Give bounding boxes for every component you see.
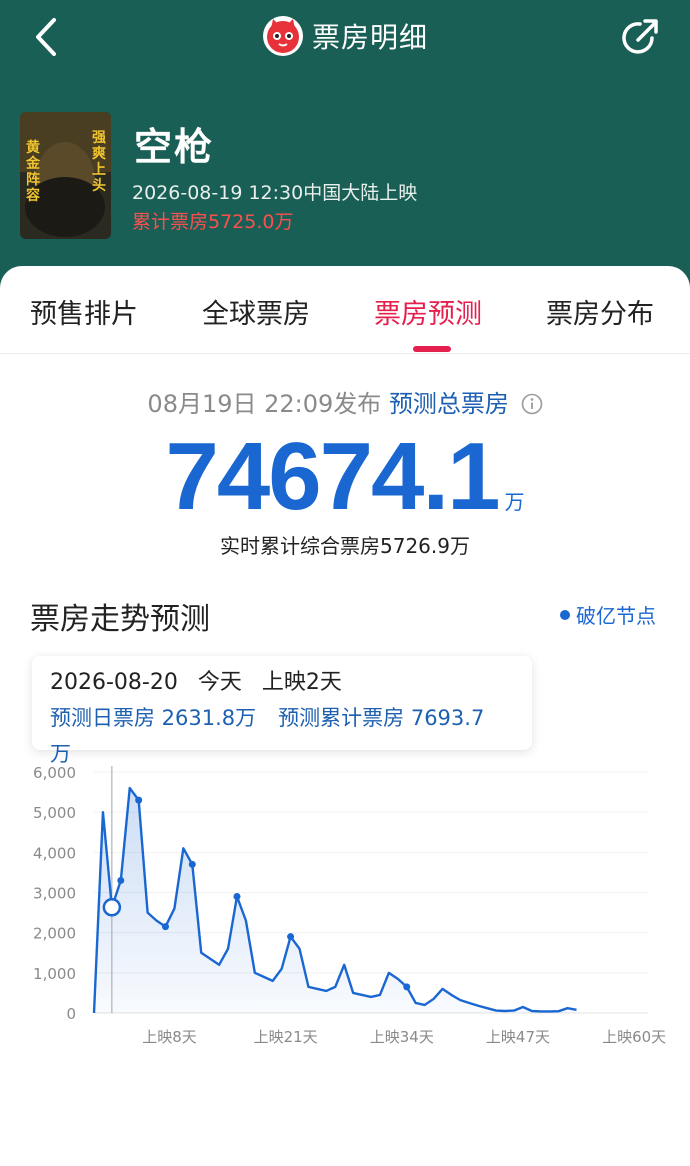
x-tick-label: 上映21天 <box>254 1028 318 1046</box>
y-tick-label: 2,000 <box>33 925 76 943</box>
milestone-marker <box>135 796 143 804</box>
movie-poster[interactable]: 黄 金 阵 容 强 爽 上 头 <box>20 112 111 239</box>
poster-text-2: 金 <box>25 155 41 172</box>
nav-title-group: 票房明细 <box>0 12 690 60</box>
nav-bar: 票房明细 <box>0 0 690 76</box>
milestone-dot-icon <box>560 609 570 620</box>
forecast-total-unit: 万 <box>504 490 525 514</box>
tab-bar: 预售排片 全球票房 票房预测 票房分布 <box>0 266 690 354</box>
movie-title: 空枪 <box>134 125 215 169</box>
header: 票房明细 黄 金 阵 容 强 爽 上 头 空枪 2026-08-19 12:30… <box>0 0 690 300</box>
tooltip-date: 2026-08-20 <box>50 670 178 695</box>
y-tick-label: 6,000 <box>33 764 76 782</box>
chart-tooltip: 2026-08-20 今天 上映2天 预测日票房 2631.8万 预测累计票房 769… <box>32 656 532 766</box>
publish-line: 08月19日 22:09发布 预测总票房 <box>0 384 690 419</box>
forecast-total: 74674.1 万 <box>0 422 690 532</box>
poster-text-4: 容 <box>25 187 40 204</box>
maoyan-logo-icon <box>262 16 303 56</box>
share-icon[interactable] <box>618 16 662 60</box>
release-info: 2026-08-19 12:30中国大陆上映 <box>132 182 418 204</box>
cumulative-box-office: 累计票房5725.0万 <box>132 211 294 233</box>
tab-global[interactable]: 全球票房 <box>202 292 310 331</box>
tooltip-day: 上映2天 <box>261 670 342 695</box>
poster-text-1: 黄 <box>26 139 40 156</box>
poster-text-8: 头 <box>92 177 106 194</box>
poster-text-7: 上 <box>92 162 106 178</box>
tooltip-header: 2026-08-20 今天 上映2天 <box>50 666 514 700</box>
trend-chart[interactable]: 0 1,000 2,000 3,000 4,000 5,000 6,000 上映8天 上映21天… <box>0 756 690 1056</box>
tab-distribution[interactable]: 票房分布 <box>546 292 654 331</box>
y-tick-label: 4,000 <box>33 844 76 862</box>
milestone-marker <box>117 876 125 884</box>
info-icon[interactable] <box>521 393 543 415</box>
milestone-marker <box>161 923 169 931</box>
tooltip-daily: 预测日票房 2631.8万 <box>50 706 257 730</box>
y-tick-label: 5,000 <box>33 804 76 822</box>
forecast-total-label: 预测总票房 <box>388 390 509 418</box>
tab-presale[interactable]: 预售排片 <box>30 292 138 331</box>
trend-title: 票房走势预测 <box>30 602 210 637</box>
x-tick-label: 上映8天 <box>142 1028 197 1046</box>
forecast-total-value: 74674.1 <box>165 423 500 530</box>
y-tick-label: 3,000 <box>33 885 76 903</box>
area-fill <box>94 788 577 1013</box>
poster-text-3: 阵 <box>26 171 40 188</box>
y-tick-label: 0 <box>66 1005 76 1023</box>
content-card: 预售排片 全球票房 票房预测 票房分布 08月19日 22:09发布 预测总票房… <box>0 266 690 1166</box>
milestone-marker <box>403 983 411 991</box>
milestone-legend[interactable]: 破亿节点 <box>560 600 656 629</box>
x-tick-label: 上映34天 <box>370 1028 434 1046</box>
poster-text-5: 强 <box>92 130 106 146</box>
milestone-marker <box>188 860 196 868</box>
poster-text-6: 爽 <box>92 146 106 162</box>
milestone-marker <box>287 933 295 941</box>
tab-active-indicator <box>413 346 451 352</box>
x-tick-label: 上映60天 <box>602 1028 666 1046</box>
publish-time: 08月19日 22:09发布 <box>147 390 382 418</box>
milestone-marker <box>233 893 241 901</box>
tab-forecast[interactable]: 票房预测 <box>374 292 482 331</box>
tooltip-today: 今天 <box>197 670 242 695</box>
milestone-label: 破亿节点 <box>576 604 656 628</box>
realtime-box-office: 实时累计综合票房5726.9万 <box>220 534 470 558</box>
current-point <box>102 898 122 917</box>
y-tick-label: 1,000 <box>33 965 76 983</box>
nav-title: 票房明细 <box>311 21 428 54</box>
x-tick-label: 上映47天 <box>486 1028 550 1046</box>
